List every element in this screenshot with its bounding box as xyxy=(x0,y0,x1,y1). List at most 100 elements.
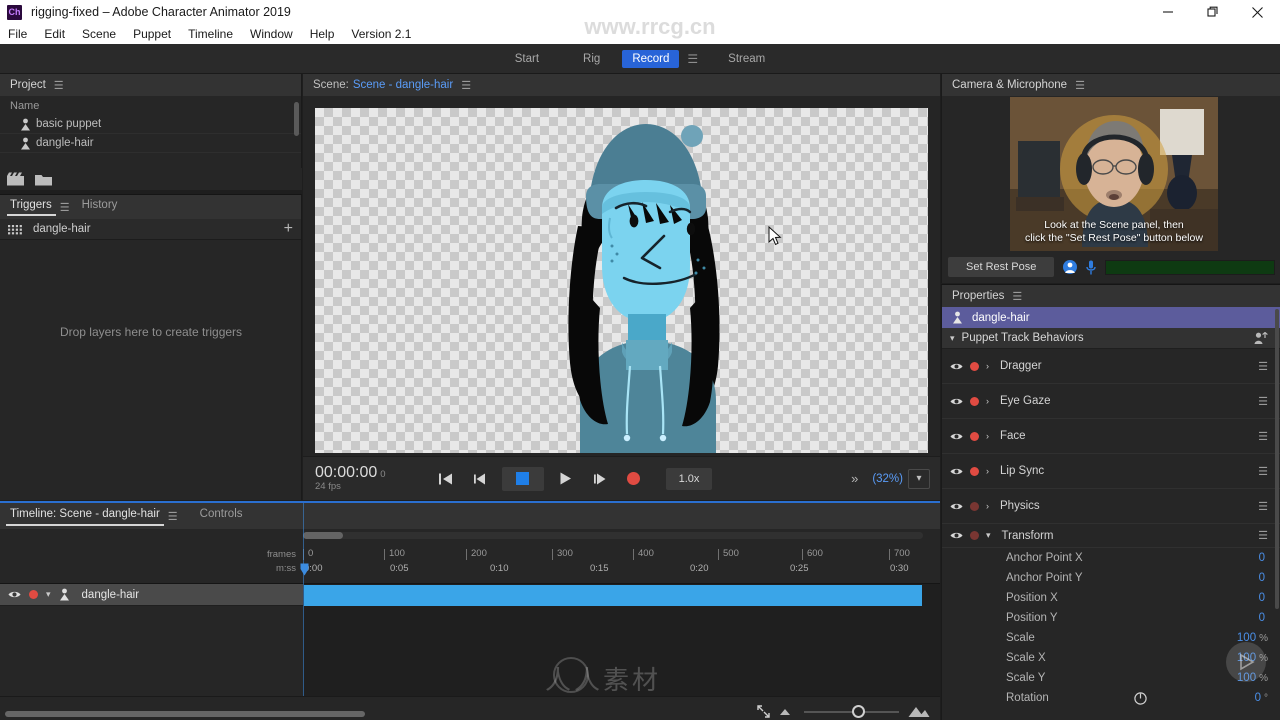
eye-icon[interactable] xyxy=(950,467,963,476)
menu-edit[interactable]: Edit xyxy=(44,27,65,41)
eye-icon[interactable] xyxy=(950,362,963,371)
behavior-arm-record-icon[interactable] xyxy=(970,466,979,476)
zoom-dropdown-chevron-down-icon[interactable]: ▾ xyxy=(908,468,930,489)
properties-menu-hamburger-icon[interactable]: ☰ xyxy=(1012,290,1022,303)
minimize-icon[interactable] xyxy=(1145,0,1190,24)
behavior-row-lip-sync[interactable]: › Lip Sync ☰ xyxy=(942,454,1280,489)
eye-icon[interactable] xyxy=(950,502,963,511)
workspace-menu-hamburger-icon[interactable]: ☰ xyxy=(679,52,706,66)
project-scrollbar[interactable] xyxy=(294,102,299,136)
transform-row-value[interactable]: 0 xyxy=(1259,572,1265,584)
menu-file[interactable]: File xyxy=(8,27,27,41)
rotation-dial-icon[interactable] xyxy=(1134,691,1147,705)
menu-scene[interactable]: Scene xyxy=(82,27,116,41)
workspace-tab-stream[interactable]: Stream xyxy=(706,50,787,68)
behavior-menu-hamburger-icon[interactable]: ☰ xyxy=(1258,500,1268,513)
workspace-tab-record[interactable]: Record xyxy=(622,49,680,68)
transform-row-position-y[interactable]: Position Y 0 xyxy=(942,608,1280,628)
play-button[interactable] xyxy=(558,471,574,486)
timeline-clip-dangle-hair[interactable] xyxy=(304,585,922,606)
behavior-row-eye-gaze[interactable]: › Eye Gaze ☰ xyxy=(942,384,1280,419)
playback-speed-button[interactable]: 1.0x xyxy=(665,467,713,490)
fit-to-screen-icon[interactable] xyxy=(757,705,770,718)
behavior-arm-record-icon[interactable] xyxy=(970,501,979,511)
transform-expand-chevron-down-icon[interactable]: ▾ xyxy=(986,530,991,541)
timeline-ruler[interactable]: frames m:ss 0 100 200 300 400 500 600 70… xyxy=(0,529,940,581)
scene-name[interactable]: Scene - dangle-hair xyxy=(353,79,453,91)
restore-icon[interactable] xyxy=(1190,0,1235,24)
large-mountain-icon[interactable] xyxy=(908,706,930,718)
behavior-row-physics[interactable]: › Physics ☰ xyxy=(942,489,1280,524)
properties-selected-puppet[interactable]: dangle-hair xyxy=(942,307,1280,328)
workspace-tab-start[interactable]: Start xyxy=(493,50,561,68)
behavior-menu-hamburger-icon[interactable]: ☰ xyxy=(1258,430,1268,443)
zoom-level-label[interactable]: (32%) xyxy=(872,473,903,485)
eye-icon[interactable] xyxy=(8,590,21,599)
behavior-menu-hamburger-icon[interactable]: ☰ xyxy=(1258,360,1268,373)
playhead-marker[interactable] xyxy=(300,563,309,576)
menu-puppet[interactable]: Puppet xyxy=(133,27,171,41)
transform-row-rotation[interactable]: Rotation 0 ° xyxy=(942,688,1280,708)
behavior-expand-chevron-right-icon[interactable]: › xyxy=(986,361,989,371)
project-item-basic-puppet[interactable]: basic puppet xyxy=(0,115,301,134)
transform-arm-record-icon[interactable] xyxy=(970,531,979,540)
behavior-row-face[interactable]: › Face ☰ xyxy=(942,419,1280,454)
triggers-menu-hamburger-icon[interactable]: ☰ xyxy=(60,201,70,214)
transform-row-position-x[interactable]: Position X 0 xyxy=(942,588,1280,608)
timeline-track-row[interactable]: ▾ dangle-hair xyxy=(0,584,303,606)
timeline-bottom-scrollbar[interactable] xyxy=(5,711,365,717)
behavior-expand-chevron-right-icon[interactable]: › xyxy=(986,431,989,441)
step-back-button[interactable] xyxy=(472,471,488,486)
step-forward-button[interactable] xyxy=(592,471,608,486)
behavior-arm-record-icon[interactable] xyxy=(970,361,979,371)
tab-history[interactable]: History xyxy=(82,199,118,215)
scene-canvas[interactable] xyxy=(315,108,928,453)
tab-controls[interactable]: Controls xyxy=(200,508,243,525)
behavior-menu-hamburger-icon[interactable]: ☰ xyxy=(1258,395,1268,408)
camera-icon[interactable] xyxy=(1063,260,1078,274)
menu-window[interactable]: Window xyxy=(250,27,293,41)
behavior-arm-record-icon[interactable] xyxy=(970,431,979,441)
transform-row-anchor-point-y[interactable]: Anchor Point Y 0 xyxy=(942,568,1280,588)
workspace-tab-rig[interactable]: Rig xyxy=(561,50,622,68)
more-options-button[interactable]: » xyxy=(851,471,858,486)
set-rest-pose-button[interactable]: Set Rest Pose xyxy=(948,257,1055,277)
timeline-zoom-slider[interactable] xyxy=(804,704,899,718)
transform-row-anchor-point-x[interactable]: Anchor Point X 0 xyxy=(942,548,1280,568)
menu-timeline[interactable]: Timeline xyxy=(188,27,233,41)
project-menu-hamburger-icon[interactable]: ☰ xyxy=(54,79,64,92)
timeline-horizontal-scrollbar[interactable] xyxy=(303,532,343,539)
small-mountain-icon[interactable] xyxy=(779,707,795,716)
microphone-icon[interactable] xyxy=(1086,260,1097,275)
transform-menu-hamburger-icon[interactable]: ☰ xyxy=(1258,529,1268,542)
behavior-expand-chevron-right-icon[interactable]: › xyxy=(986,466,989,476)
transform-group-row[interactable]: ▾ Transform ☰ xyxy=(942,524,1280,548)
transform-row-value[interactable]: 0 xyxy=(1259,592,1265,604)
add-behavior-icon[interactable] xyxy=(1254,331,1268,345)
puppet-track-behaviors-group[interactable]: ▾ Puppet Track Behaviors xyxy=(942,328,1280,349)
tab-triggers[interactable]: Triggers xyxy=(7,199,56,216)
timeline-zoom-slider-knob[interactable] xyxy=(852,704,865,718)
eye-icon[interactable] xyxy=(950,531,963,540)
go-to-start-button[interactable] xyxy=(438,471,454,486)
camera-menu-hamburger-icon[interactable]: ☰ xyxy=(1075,79,1085,92)
transform-row-value[interactable]: 0 xyxy=(1255,692,1261,704)
behavior-menu-hamburger-icon[interactable]: ☰ xyxy=(1258,465,1268,478)
transform-row-value[interactable]: 0 xyxy=(1259,552,1265,564)
close-icon[interactable] xyxy=(1235,0,1280,24)
properties-scrollbar[interactable] xyxy=(1275,309,1279,609)
transform-row-scale[interactable]: Scale 100% xyxy=(942,628,1280,648)
group-expand-chevron-down-icon[interactable]: ▾ xyxy=(950,333,955,344)
add-trigger-button[interactable]: + xyxy=(284,221,293,237)
track-arm-record-icon[interactable] xyxy=(29,590,38,599)
behavior-arm-record-icon[interactable] xyxy=(970,396,979,406)
transform-row-value[interactable]: 0 xyxy=(1259,612,1265,624)
menu-help[interactable]: Help xyxy=(310,27,335,41)
track-expand-chevron-down-icon[interactable]: ▾ xyxy=(46,589,51,600)
record-button[interactable] xyxy=(626,471,642,486)
behavior-expand-chevron-right-icon[interactable]: › xyxy=(986,396,989,406)
behavior-row-dragger[interactable]: › Dragger ☰ xyxy=(942,349,1280,384)
scene-menu-hamburger-icon[interactable]: ☰ xyxy=(461,79,471,92)
new-scene-icon[interactable] xyxy=(7,172,25,186)
stop-button[interactable] xyxy=(501,466,544,491)
